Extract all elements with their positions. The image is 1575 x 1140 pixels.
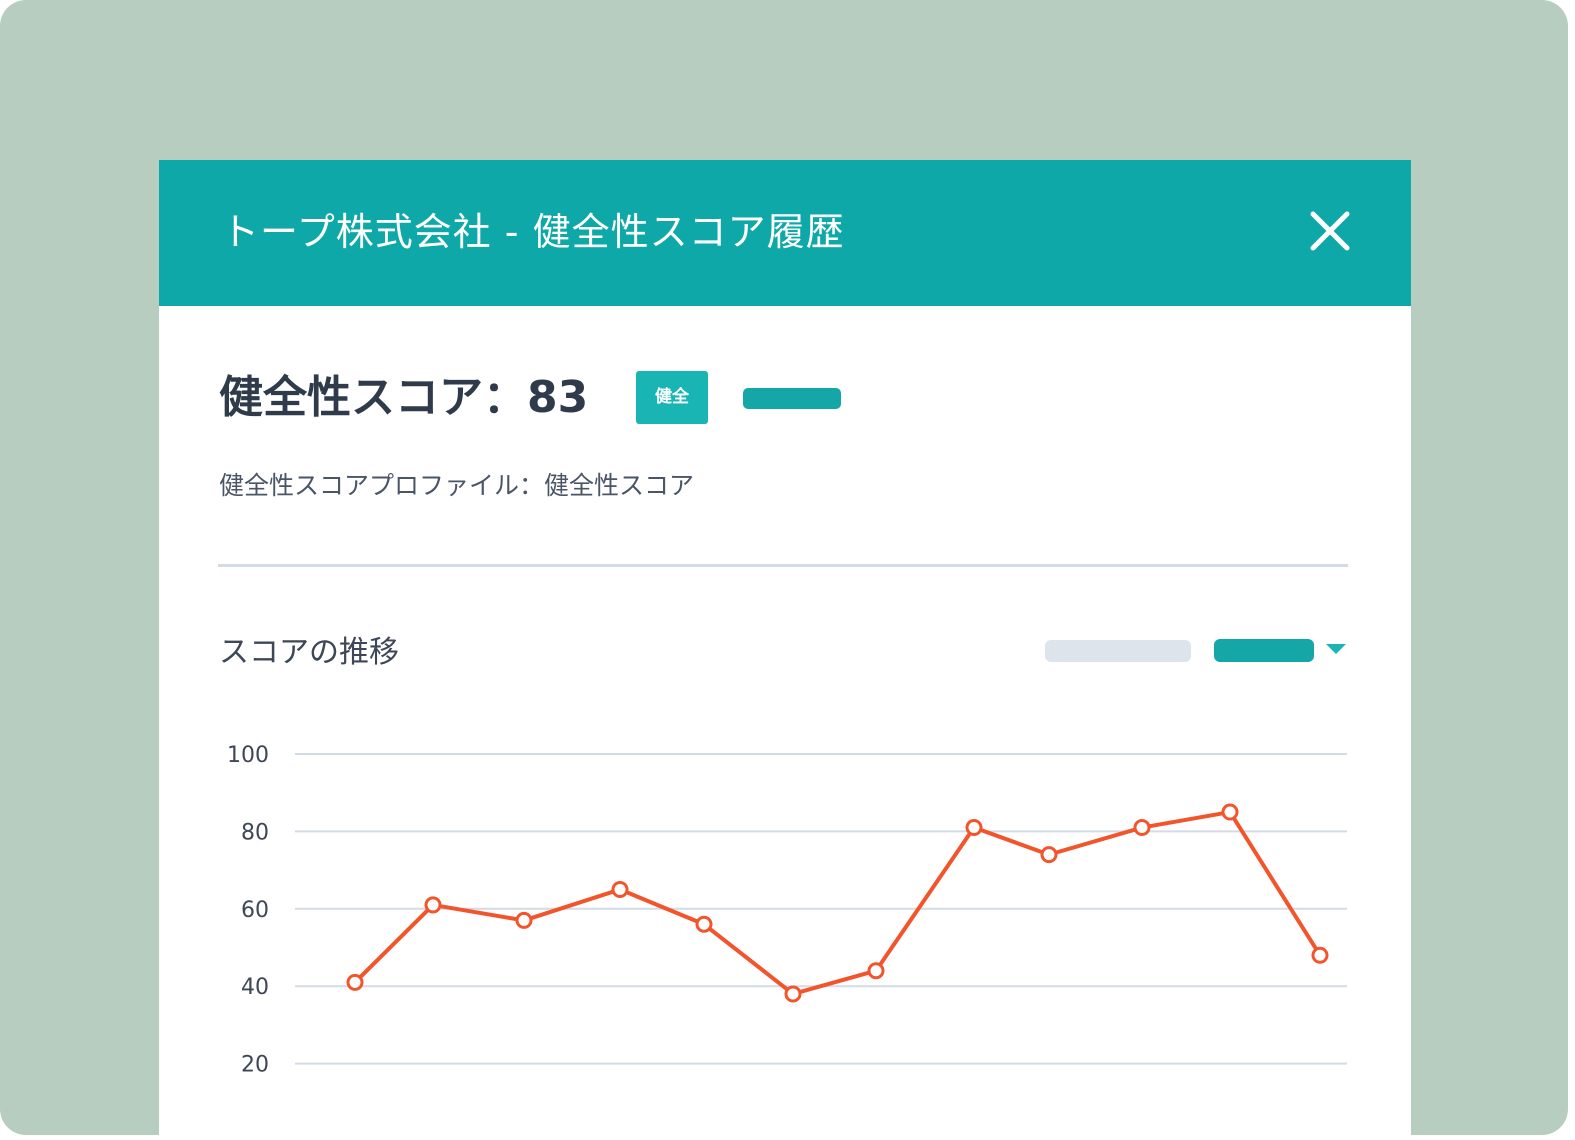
y-tick-label: 40	[241, 975, 269, 1000]
data-point[interactable]	[965, 819, 983, 837]
data-point[interactable]	[1221, 803, 1239, 821]
data-point[interactable]	[611, 880, 629, 898]
data-point[interactable]	[1311, 946, 1329, 964]
y-tick-label: 80	[241, 820, 269, 845]
data-point[interactable]	[1133, 819, 1151, 837]
y-tick-label: 100	[227, 743, 269, 768]
backdrop: トープ株式会社 - 健全性スコア履歴 健全性スコア：83 健全 健全性スコアプロ…	[0, 0, 1568, 1135]
data-point[interactable]	[424, 896, 442, 914]
data-point[interactable]	[867, 962, 885, 980]
y-tick-label: 20	[241, 1053, 269, 1078]
data-point[interactable]	[784, 985, 802, 1003]
data-point[interactable]	[515, 911, 533, 929]
data-point[interactable]	[695, 915, 713, 933]
y-tick-label: 60	[241, 898, 269, 923]
data-point[interactable]	[1040, 846, 1058, 864]
series-line	[353, 810, 1322, 996]
data-point[interactable]	[346, 973, 364, 991]
score-history-dialog: トープ株式会社 - 健全性スコア履歴 健全性スコア：83 健全 健全性スコアプロ…	[159, 160, 1411, 1135]
score-trend-chart: 100 80 60 40 20	[227, 743, 1347, 1078]
